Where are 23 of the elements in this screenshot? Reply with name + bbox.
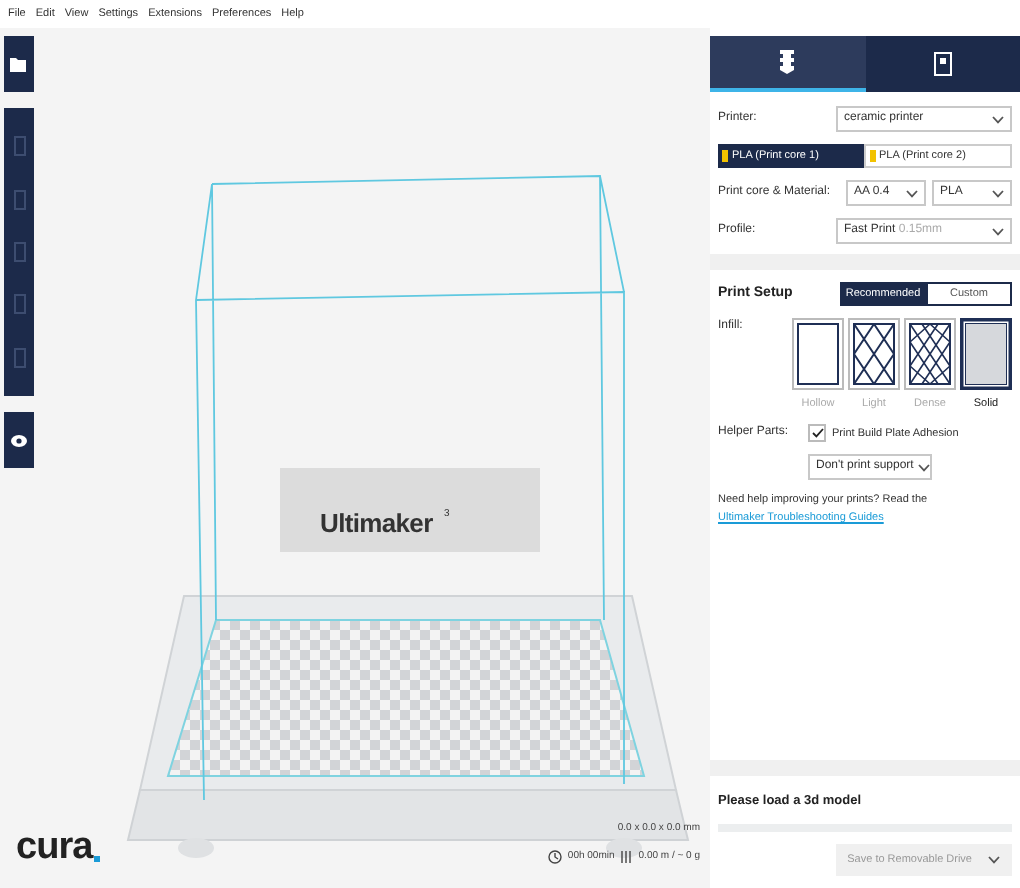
caret-icon: [992, 115, 1004, 123]
caret-icon: [988, 856, 1000, 864]
caret-icon: [906, 189, 918, 197]
adhesion-checkbox[interactable]: [808, 424, 826, 443]
eye-icon: [10, 433, 28, 447]
caret-icon: [992, 227, 1004, 235]
hollow-infill-icon[interactable]: [792, 318, 844, 390]
nozzle-icon: [780, 50, 795, 74]
dense-infill-icon[interactable]: [904, 318, 956, 390]
folder-icon: [10, 56, 28, 72]
light-infill-icon[interactable]: [848, 318, 900, 390]
caret-icon: [917, 463, 930, 472]
plate-logo: Ultimaker: [320, 506, 433, 542]
sidebar-tab[interactable]: [710, 36, 865, 92]
open-file-button[interactable]: [4, 36, 34, 92]
check-icon: [811, 428, 823, 439]
clock-icon: [547, 849, 562, 864]
cura-logo: cura: [16, 828, 101, 866]
caret-icon: [992, 189, 1004, 197]
printer-icon: [933, 52, 952, 76]
view-mode-button[interactable]: [4, 412, 34, 468]
spool-icon: [620, 849, 633, 864]
solid-infill-icon[interactable]: [960, 318, 1012, 390]
